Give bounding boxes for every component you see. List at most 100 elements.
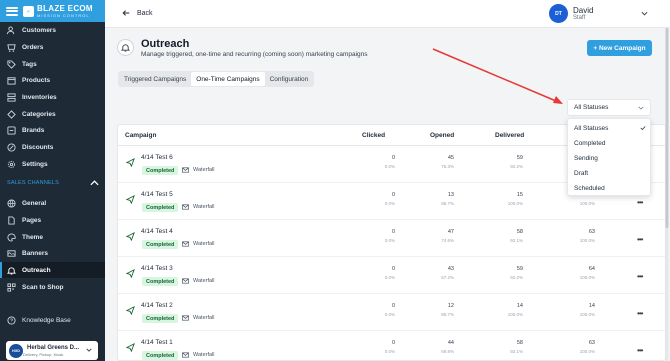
option-scheduled[interactable]: Scheduled	[574, 185, 605, 192]
user-role: Staff	[573, 15, 586, 21]
main-content: Back DT David Staff Outreach Manage trig…	[105, 0, 670, 361]
qr-icon	[7, 282, 16, 292]
column-campaign: Campaign	[125, 132, 157, 139]
chevron-down-icon	[638, 106, 644, 110]
page-subtitle: Manage triggered, one-time and recurring…	[141, 51, 368, 58]
delivered-percent: 100.0%	[507, 312, 523, 317]
sidebar-item-banners[interactable]: Banners	[0, 245, 105, 261]
sidebar-item-theme[interactable]: Theme	[0, 229, 105, 245]
more-actions-icon[interactable]: •••	[637, 309, 643, 318]
delivered-count: 58	[516, 229, 523, 235]
sidebar-item-scan-to-shop[interactable]: Scan to Shop	[0, 279, 105, 295]
status-badge: Completed	[142, 203, 179, 212]
gear-icon	[7, 160, 16, 169]
sidebar-item-pages[interactable]: Pages	[0, 212, 105, 228]
campaign-name[interactable]: 4/14 Test 3	[141, 265, 173, 272]
opened-count: 12	[447, 303, 454, 309]
send-icon	[126, 232, 135, 241]
more-actions-icon[interactable]: •••	[637, 235, 643, 244]
sidebar-item-label: Settings	[22, 160, 48, 168]
sidebar-item-label: Products	[22, 76, 51, 84]
status-filter-dropdown: All Statuses Completed Sending Draft Sch…	[567, 118, 651, 196]
section-title: SALES CHANNELS	[7, 180, 60, 186]
status-filter-select[interactable]: All Statuses	[567, 99, 651, 116]
campaign-name[interactable]: 4/14 Test 6	[141, 154, 173, 161]
campaign-name[interactable]: 4/14 Test 4	[141, 228, 173, 235]
orders-icon	[7, 43, 16, 52]
clicked-percent: 0.0%	[384, 312, 395, 317]
clicked-percent: 0.0%	[384, 349, 395, 354]
delivered-count: 58	[516, 340, 523, 346]
brand-logo[interactable]: BLAZE ECOM MISSION CONTROL	[23, 4, 93, 18]
mail-icon	[182, 167, 189, 173]
pages-icon	[7, 215, 16, 225]
opened-percent: 69.8%	[441, 349, 454, 354]
sidebar-item-discounts[interactable]: Discounts	[0, 139, 105, 155]
sent-count: 64	[588, 266, 595, 272]
send-icon	[126, 343, 135, 352]
tab-triggered-campaigns[interactable]: Triggered Campaigns	[119, 72, 191, 86]
delivered-percent: 92.2%	[510, 275, 523, 280]
table-row[interactable]: 4/14 Test 1 Completed Waterfall 0 0.0% 44 69.8…	[118, 331, 665, 360]
tab-one-time-campaigns[interactable]: One-Time Campaigns	[191, 72, 265, 86]
opened-count: 43	[447, 266, 454, 272]
delivered-count: 59	[516, 155, 523, 161]
tab-configuration[interactable]: Configuration	[265, 72, 314, 86]
store-logo: HGD	[9, 343, 23, 358]
delivered-percent: 92.1%	[510, 238, 523, 243]
user-menu[interactable]: DT David Staff	[549, 4, 648, 23]
sidebar-item-tags[interactable]: Tags	[0, 56, 105, 72]
more-actions-icon[interactable]: •••	[637, 272, 643, 281]
option-draft[interactable]: Draft	[574, 170, 588, 177]
top-bar: Back DT David Staff	[105, 0, 670, 28]
delivered-count: 59	[516, 266, 523, 272]
column-opened: Opened	[430, 132, 455, 139]
sent-percent: 100.0%	[579, 275, 595, 280]
tag-icon	[7, 59, 16, 69]
more-actions-icon[interactable]: •••	[637, 198, 643, 207]
table-row[interactable]: 4/14 Test 2 Completed Waterfall 0 0.0% 12 85.7…	[118, 294, 665, 331]
scrollbar[interactable]	[664, 28, 670, 361]
brand-tagline: MISSION CONTROL	[37, 12, 90, 18]
send-icon	[126, 195, 135, 204]
sales-channels-header[interactable]: SALES CHANNELS	[7, 180, 99, 186]
clicked-count: 0	[391, 192, 395, 198]
store-switcher[interactable]: HGD Herbal Greens D... Delivery, Pickup,…	[6, 341, 98, 360]
sidebar-item-general[interactable]: General	[0, 195, 105, 211]
opened-percent: 85.7%	[441, 312, 454, 317]
sidebar-item-orders[interactable]: Orders	[0, 39, 105, 55]
status-badge: Completed	[142, 166, 179, 175]
sidebar-item-settings[interactable]: Settings	[0, 156, 105, 172]
campaign-type: Waterfall	[193, 278, 215, 284]
new-campaign-button[interactable]: + New Campaign	[587, 40, 652, 56]
sidebar-item-brands[interactable]: Brands	[0, 122, 105, 138]
clicked-percent: 0.0%	[384, 275, 395, 280]
campaign-type: Waterfall	[193, 167, 215, 173]
clicked-percent: 0.0%	[384, 238, 395, 243]
sidebar-item-inventories[interactable]: Inventories	[0, 89, 105, 105]
users-icon	[7, 25, 16, 35]
sidebar-item-knowledge-base[interactable]: Knowledge Base	[0, 312, 105, 328]
brands-icon	[7, 125, 16, 135]
back-label: Back	[137, 9, 153, 17]
sidebar-item-customers[interactable]: Customers	[0, 22, 105, 38]
hamburger-menu-icon[interactable]	[6, 6, 18, 16]
campaign-name[interactable]: 4/14 Test 5	[141, 191, 173, 198]
sidebar-item-label: Customers	[22, 26, 56, 34]
opened-count: 44	[447, 340, 454, 346]
table-row[interactable]: 4/14 Test 3 Completed Waterfall 0 0.0% 43 67.2…	[118, 257, 665, 294]
sidebar-item-outreach[interactable]: Outreach	[0, 262, 105, 278]
sidebar-item-categories[interactable]: Categories	[0, 106, 105, 122]
table-row[interactable]: 4/14 Test 4 Completed Waterfall 0 0.0% 47 74.6…	[118, 220, 665, 257]
more-actions-icon[interactable]: •••	[637, 346, 643, 355]
sidebar-item-label: Discounts	[22, 143, 54, 151]
option-completed[interactable]: Completed	[574, 140, 605, 147]
campaign-name[interactable]: 4/14 Test 2	[141, 302, 173, 309]
back-button[interactable]: Back	[122, 9, 153, 17]
option-sending[interactable]: Sending	[574, 155, 598, 162]
sidebar-item-products[interactable]: Products	[0, 72, 105, 88]
campaign-type: Waterfall	[193, 315, 215, 321]
campaign-name[interactable]: 4/14 Test 1	[141, 339, 173, 346]
option-all-statuses[interactable]: All Statuses	[574, 125, 608, 132]
column-clicked: Clicked	[362, 132, 386, 139]
